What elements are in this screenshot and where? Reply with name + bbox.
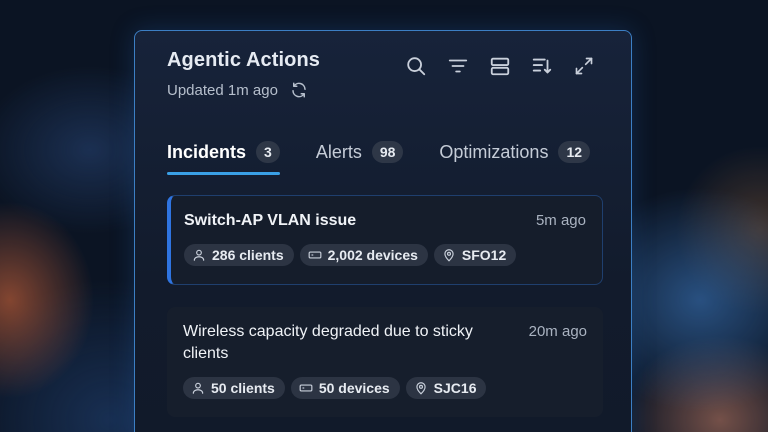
tab-incidents[interactable]: Incidents 3	[167, 141, 280, 175]
site-chip: SFO12	[433, 244, 517, 266]
devices-chip: 50 devices	[290, 377, 400, 399]
count-badge: 12	[558, 141, 591, 163]
clients-count: 50 clients	[211, 380, 275, 396]
clients-chip: 286 clients	[184, 244, 294, 266]
layout-icon	[490, 57, 510, 76]
incident-card[interactable]: Switch-AP VLAN issue 5m ago 286 clients …	[167, 195, 603, 285]
sort-button[interactable]	[531, 55, 553, 77]
user-icon	[193, 249, 205, 261]
incident-time: 20m ago	[528, 323, 587, 340]
device-icon	[308, 251, 322, 259]
tab-label: Incidents	[167, 141, 247, 162]
site-name: SJC16	[433, 380, 477, 396]
clients-chip: 50 clients	[183, 377, 285, 399]
search-icon	[407, 57, 426, 76]
search-button[interactable]	[405, 55, 427, 77]
device-icon	[299, 384, 313, 392]
site-chip: SJC16	[405, 377, 487, 399]
location-pin-icon	[416, 382, 426, 395]
devices-chip: 2,002 devices	[299, 244, 428, 266]
incident-title: Wireless capacity degraded due to sticky…	[183, 323, 473, 362]
tab-optimizations[interactable]: Optimizations 12	[439, 141, 591, 175]
location-pin-icon	[444, 249, 454, 262]
devices-count: 2,002 devices	[327, 247, 418, 263]
updated-status: Updated 1m ago	[167, 81, 308, 99]
refresh-icon[interactable]	[290, 81, 308, 99]
incident-tags: 50 clients 50 devices SJC16	[183, 377, 587, 399]
expand-button[interactable]	[573, 55, 595, 77]
agentic-actions-panel: Agentic Actions Updated 1m ago Incidents…	[134, 30, 632, 432]
tab-bar: Incidents 3 Alerts 98 Optimizations 12	[167, 141, 607, 175]
expand-icon	[575, 57, 593, 75]
count-badge: 3	[256, 141, 280, 163]
filter-icon	[448, 59, 468, 73]
devices-count: 50 devices	[318, 380, 390, 396]
user-icon	[192, 382, 204, 394]
tab-alerts[interactable]: Alerts 98	[316, 141, 404, 175]
tab-label: Alerts	[315, 141, 362, 162]
incident-tags: 286 clients 2,002 devices SFO12	[184, 244, 586, 266]
updated-text: Updated 1m ago	[167, 81, 278, 99]
clients-count: 286 clients	[212, 247, 284, 263]
filter-button[interactable]	[447, 55, 469, 77]
panel-toolbar	[405, 55, 595, 77]
incident-time: 5m ago	[535, 212, 586, 229]
incident-card[interactable]: Wireless capacity degraded due to sticky…	[167, 307, 603, 417]
tab-label: Optimizations	[439, 141, 549, 162]
site-name: SFO12	[461, 247, 507, 263]
layout-button[interactable]	[489, 55, 511, 77]
count-badge: 98	[371, 141, 404, 163]
sort-icon	[532, 58, 552, 74]
panel-title: Agentic Actions	[167, 49, 320, 71]
incident-title: Switch-AP VLAN issue	[184, 212, 357, 229]
